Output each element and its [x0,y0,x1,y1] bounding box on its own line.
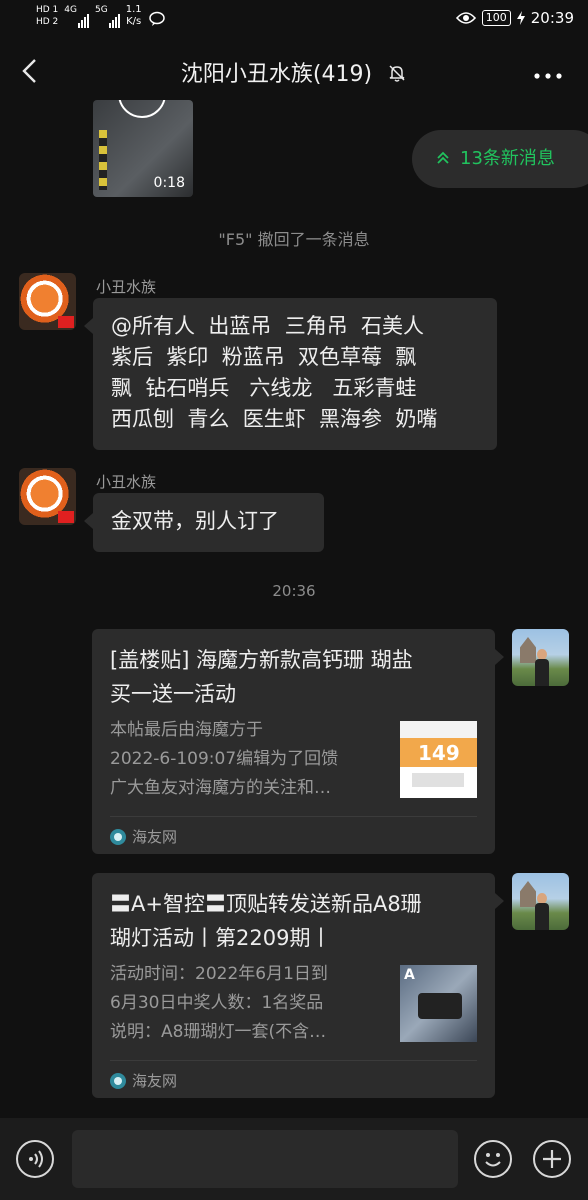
card-source: 海友网 [110,1070,177,1091]
card-thumbnail: A [400,965,477,1042]
sim-indicators: HD 1 HD 2 [36,4,58,28]
card-desc-line: 6月30日中奖人数：1名奖品 [110,993,324,1013]
sender-avatar[interactable] [19,468,76,525]
source-logo-icon [110,828,126,845]
message-line: @所有人 出蓝吊 三角吊 石美人 [111,314,425,338]
net1-label: 4G [64,5,77,15]
avatar-body [535,659,549,686]
thumbnail-price-text: 149 [418,741,460,765]
card-title: 〓A+智控〓顶贴转发送新品A8珊 瑚灯活动丨第2209期丨 [110,887,470,955]
signal-1: 4G [64,4,89,28]
emoji-button[interactable] [474,1140,512,1178]
hd1-label: HD 1 [36,5,59,15]
signal-2: 5G [95,4,120,28]
chat-notification-icon [148,11,165,26]
voice-icon [29,1150,43,1168]
timestamp: 20:36 [272,582,316,600]
recall-notice: "F5" 撤回了一条消息 [218,230,370,249]
video-message[interactable]: 0:18 [93,100,193,197]
sender-name: 小丑水族 [96,278,157,296]
source-label: 海友网 [132,1072,178,1090]
new-messages-label: 13条新消息 [460,148,555,169]
net2-label: 5G [95,5,108,15]
add-button[interactable] [533,1140,571,1178]
self-avatar[interactable] [512,873,569,930]
link-card[interactable]: 〓A+智控〓顶贴转发送新品A8珊 瑚灯活动丨第2209期丨 活动时间：2022年… [92,873,504,1098]
card-desc-line: 本帖最后由海魔方于 [110,720,263,740]
chat-title: 沈阳小丑水族(419) [0,56,588,88]
status-bar: HD 1 HD 2 4G 5G 1.1 K/s 100 20:39 [0,0,588,36]
message-input[interactable] [72,1130,458,1188]
card-divider [110,816,477,817]
card-title-line: 买一送一活动 [110,682,236,706]
battery-indicator: 100 [481,10,511,26]
clock: 20:39 [530,9,574,27]
message-bubble[interactable]: @所有人 出蓝吊 三角吊 石美人 紫后 紫印 粉蓝吊 双色草莓 飘 飘 钻石哨兵… [84,298,497,450]
flag-badge [58,511,74,523]
voice-button[interactable] [16,1140,54,1178]
message-line: 金双带，别人订了 [111,509,279,533]
card-title-line: 〓A+智控〓顶贴转发送新品A8珊 [110,892,422,916]
double-chevron-up-icon [437,151,449,164]
video-thumbnail-stripe [99,130,107,190]
thumbnail-logo-text: A [404,967,415,983]
card-title-line: 瑚灯活动丨第2209期丨 [110,926,332,950]
sender-name: 小丑水族 [96,473,157,491]
avatar-body [535,903,549,930]
card-desc-line: 活动时间：2022年6月1日到 [110,964,328,984]
net-speed-value: 1.1 [125,4,142,15]
link-card[interactable]: [盖楼贴] 海魔方新款高钙珊 瑚盐 买一送一活动 本帖最后由海魔方于 2022-… [92,629,504,854]
more-options-button[interactable] [534,62,562,80]
thumbnail-product [412,773,464,787]
message-line: 紫后 紫印 粉蓝吊 双色草莓 飘 [111,345,417,369]
card-description: 活动时间：2022年6月1日到 6月30日中奖人数：1名奖品 说明：A8珊瑚灯一… [110,960,382,1047]
message-line: 西瓜刨 青么 医生虾 黑海参 奶嘴 [111,407,438,431]
source-logo-icon [110,1072,126,1089]
play-icon [118,100,166,118]
card-description: 本帖最后由海魔方于 2022-6-109:07编辑为了回馈 广大鱼友对海魔方的关… [110,716,382,803]
thumbnail-product [418,993,462,1019]
card-desc-line: 2022-6-109:07编辑为了回馈 [110,749,339,769]
muted-bell-icon [389,65,405,82]
avatar-background [520,637,536,663]
charging-icon [516,11,525,25]
network-status: HD 1 HD 2 4G 5G 1.1 K/s [36,4,166,28]
group-name: 沈阳小丑水族(419) [180,62,373,87]
message-line: 飘 钻石哨兵 六线龙 五彩青蛙 [111,376,417,400]
card-desc-line: 说明：A8珊瑚灯一套(不含… [110,1022,327,1042]
sender-avatar[interactable] [19,273,76,330]
hd2-label: HD 2 [36,17,59,27]
card-divider [110,1060,477,1061]
new-messages-button[interactable]: 13条新消息 [412,130,588,188]
net-speed-unit: K/s [126,16,142,27]
flag-badge [58,316,74,328]
source-label: 海友网 [132,828,178,846]
message-bubble[interactable]: 金双带，别人订了 [84,493,324,552]
avatar-background [520,881,536,907]
emoji-icon [485,1153,501,1167]
more-dots-icon [534,73,562,79]
eye-icon [455,12,476,24]
plus-icon [543,1150,561,1168]
card-source: 海友网 [110,826,177,847]
video-duration: 0:18 [153,175,185,191]
card-desc-line: 广大鱼友对海魔方的关注和… [110,778,331,798]
net-speed: 1.1 K/s [126,4,142,28]
card-title-line: [盖楼贴] 海魔方新款高钙珊 瑚盐 [110,648,413,672]
card-title: [盖楼贴] 海魔方新款高钙珊 瑚盐 买一送一活动 [110,643,470,711]
card-thumbnail: 149 [400,721,477,798]
system-status: 100 20:39 [455,9,574,27]
self-avatar[interactable] [512,629,569,686]
